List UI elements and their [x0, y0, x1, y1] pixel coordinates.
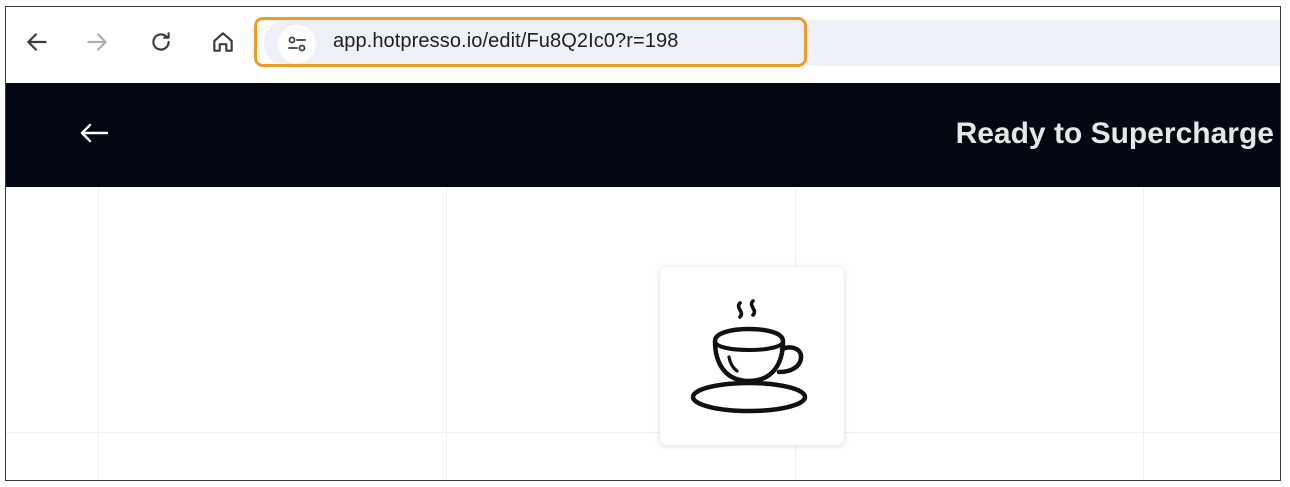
grid-line	[6, 432, 1280, 433]
screenshot-frame: app.hotpresso.io/edit/Fu8Q2Ic0?r=198 Rea…	[5, 6, 1281, 481]
home-icon	[213, 32, 233, 52]
page-title: Ready to Supercharge	[955, 117, 1274, 150]
left-arrow-icon	[80, 123, 109, 143]
coffee-cup-icon	[690, 299, 808, 414]
reload-icon	[152, 32, 170, 51]
back-button[interactable]	[20, 25, 54, 59]
reload-button[interactable]	[144, 25, 178, 59]
forward-button[interactable]	[80, 25, 114, 59]
grid-line	[1143, 187, 1144, 480]
home-button[interactable]	[206, 25, 240, 59]
app-header: Ready to Supercharge	[6, 83, 1280, 187]
grid-line	[446, 187, 447, 480]
back-arrow-icon	[27, 33, 47, 51]
grid-line	[98, 187, 99, 480]
forward-arrow-icon	[87, 33, 107, 51]
header-back-button[interactable]	[78, 117, 110, 149]
editor-canvas[interactable]	[6, 187, 1280, 480]
icon-card[interactable]	[660, 267, 844, 445]
browser-toolbar: app.hotpresso.io/edit/Fu8Q2Ic0?r=198	[6, 7, 1280, 83]
site-info-button[interactable]	[278, 25, 316, 63]
tune-icon	[288, 36, 306, 52]
url-text[interactable]: app.hotpresso.io/edit/Fu8Q2Ic0?r=198	[333, 30, 679, 53]
